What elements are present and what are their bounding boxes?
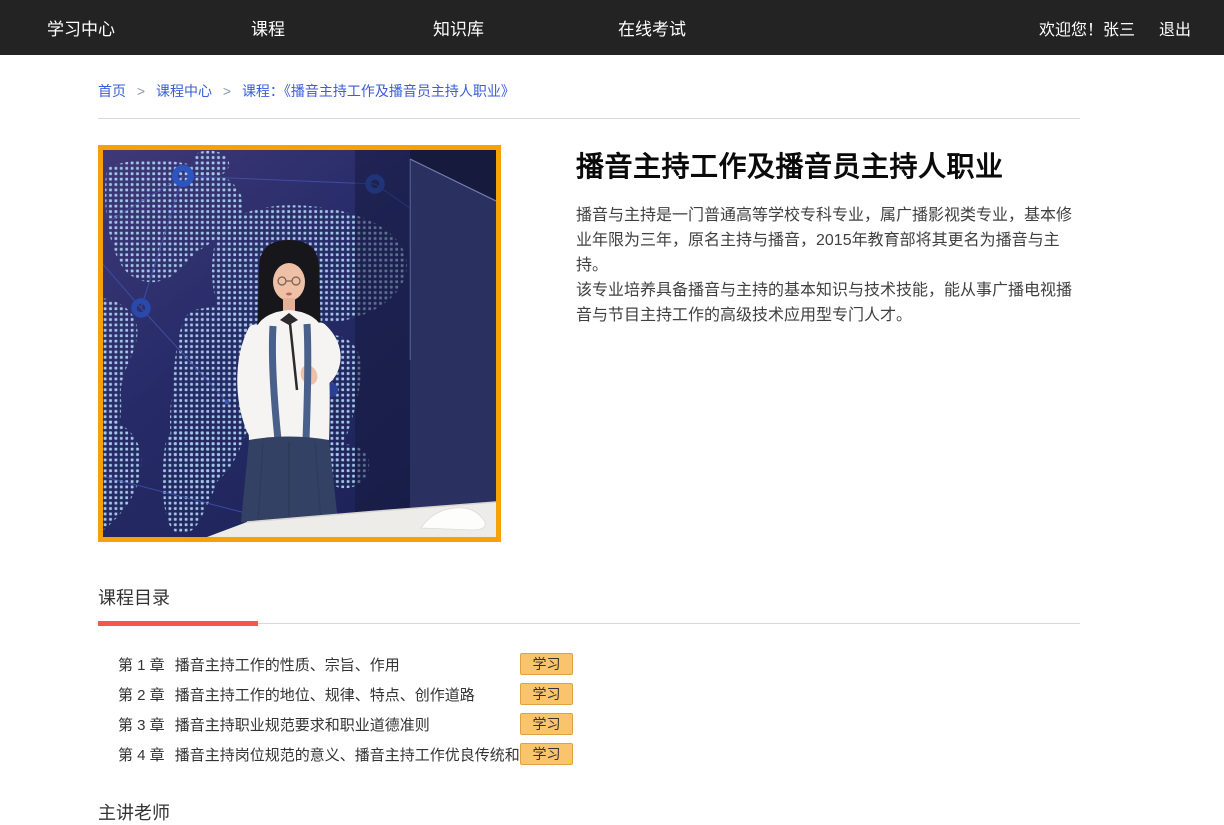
chapter-title: 播音主持岗位规范的意义、播音主持工作优良传统和作风 bbox=[175, 744, 550, 765]
breadcrumb-home-link[interactable]: 首页 bbox=[98, 83, 126, 99]
section-rule bbox=[98, 621, 1080, 626]
breadcrumb: 首页 > 课程中心 > 课程：《播音主持工作及播音员主持人职业》 bbox=[98, 55, 1080, 119]
breadcrumb-separator: > bbox=[223, 83, 231, 99]
chapter-number: 第 1 章 bbox=[118, 654, 165, 675]
study-button[interactable]: 学习 bbox=[520, 713, 573, 735]
chapter-number: 第 4 章 bbox=[118, 744, 165, 765]
nav-item-learning-center[interactable]: 学习中心 bbox=[47, 15, 115, 40]
chapter-title: 播音主持工作的性质、宗旨、作用 bbox=[175, 654, 400, 675]
chapter-list: 第 1 章 播音主持工作的性质、宗旨、作用 学习 第 2 章 播音主持工作的地位… bbox=[98, 649, 1080, 769]
nav-user-area: 欢迎您！张三 退出 bbox=[1039, 16, 1191, 40]
page-container: 首页 > 课程中心 > 课程：《播音主持工作及播音员主持人职业》 bbox=[98, 55, 1080, 825]
course-header: 播音主持工作及播音员主持人职业 播音与主持是一门普通高等学校专科专业，属广播影视… bbox=[98, 145, 1080, 542]
nav-item-online-exam[interactable]: 在线考试 bbox=[618, 15, 686, 40]
chapter-row: 第 2 章 播音主持工作的地位、规律、特点、创作道路 学习 bbox=[98, 679, 1080, 709]
nav-item-courses[interactable]: 课程 bbox=[251, 15, 285, 40]
chapter-row: 第 3 章 播音主持职业规范要求和职业道德准则 学习 bbox=[98, 709, 1080, 739]
course-description-line: 该专业培养具备播音与主持的基本知识与技术技能，能从事广播电视播音与节目主持工作的… bbox=[576, 278, 1080, 328]
study-button[interactable]: 学习 bbox=[520, 743, 573, 765]
breadcrumb-course-center-link[interactable]: 课程中心 bbox=[156, 83, 212, 99]
course-info: 播音主持工作及播音员主持人职业 播音与主持是一门普通高等学校专科专业，属广播影视… bbox=[576, 145, 1080, 542]
course-description-line: 播音与主持是一门普通高等学校专科专业，属广播影视类专业，基本修业年限为三年，原名… bbox=[576, 203, 1080, 278]
studio-wall bbox=[410, 150, 496, 537]
chapter-row: 第 4 章 播音主持岗位规范的意义、播音主持工作优良传统和作风 学习 bbox=[98, 739, 1080, 769]
breadcrumb-separator: > bbox=[137, 83, 145, 99]
chapter-title: 播音主持工作的地位、规律、特点、创作道路 bbox=[175, 684, 475, 705]
course-cover-image bbox=[98, 145, 501, 542]
welcome-text: 欢迎您！张三 bbox=[1039, 16, 1135, 40]
breadcrumb-current-page: 课程：《播音主持工作及播音员主持人职业》 bbox=[242, 83, 515, 99]
catalog-heading: 课程目录 bbox=[98, 584, 1080, 610]
chapter-number: 第 3 章 bbox=[118, 714, 165, 735]
study-button[interactable]: 学习 bbox=[520, 653, 573, 675]
chapter-row: 第 1 章 播音主持工作的性质、宗旨、作用 学习 bbox=[98, 649, 1080, 679]
top-nav: 学习中心 课程 知识库 在线考试 欢迎您！张三 退出 bbox=[0, 0, 1224, 55]
logout-link[interactable]: 退出 bbox=[1159, 16, 1191, 40]
teacher-heading: 主讲老师 bbox=[98, 799, 1080, 825]
nav-item-knowledge-base[interactable]: 知识库 bbox=[433, 15, 484, 40]
chapter-number: 第 2 章 bbox=[118, 684, 165, 705]
chapter-title: 播音主持职业规范要求和职业道德准则 bbox=[175, 714, 430, 735]
study-button[interactable]: 学习 bbox=[520, 683, 573, 705]
course-title: 播音主持工作及播音员主持人职业 bbox=[576, 151, 1080, 183]
